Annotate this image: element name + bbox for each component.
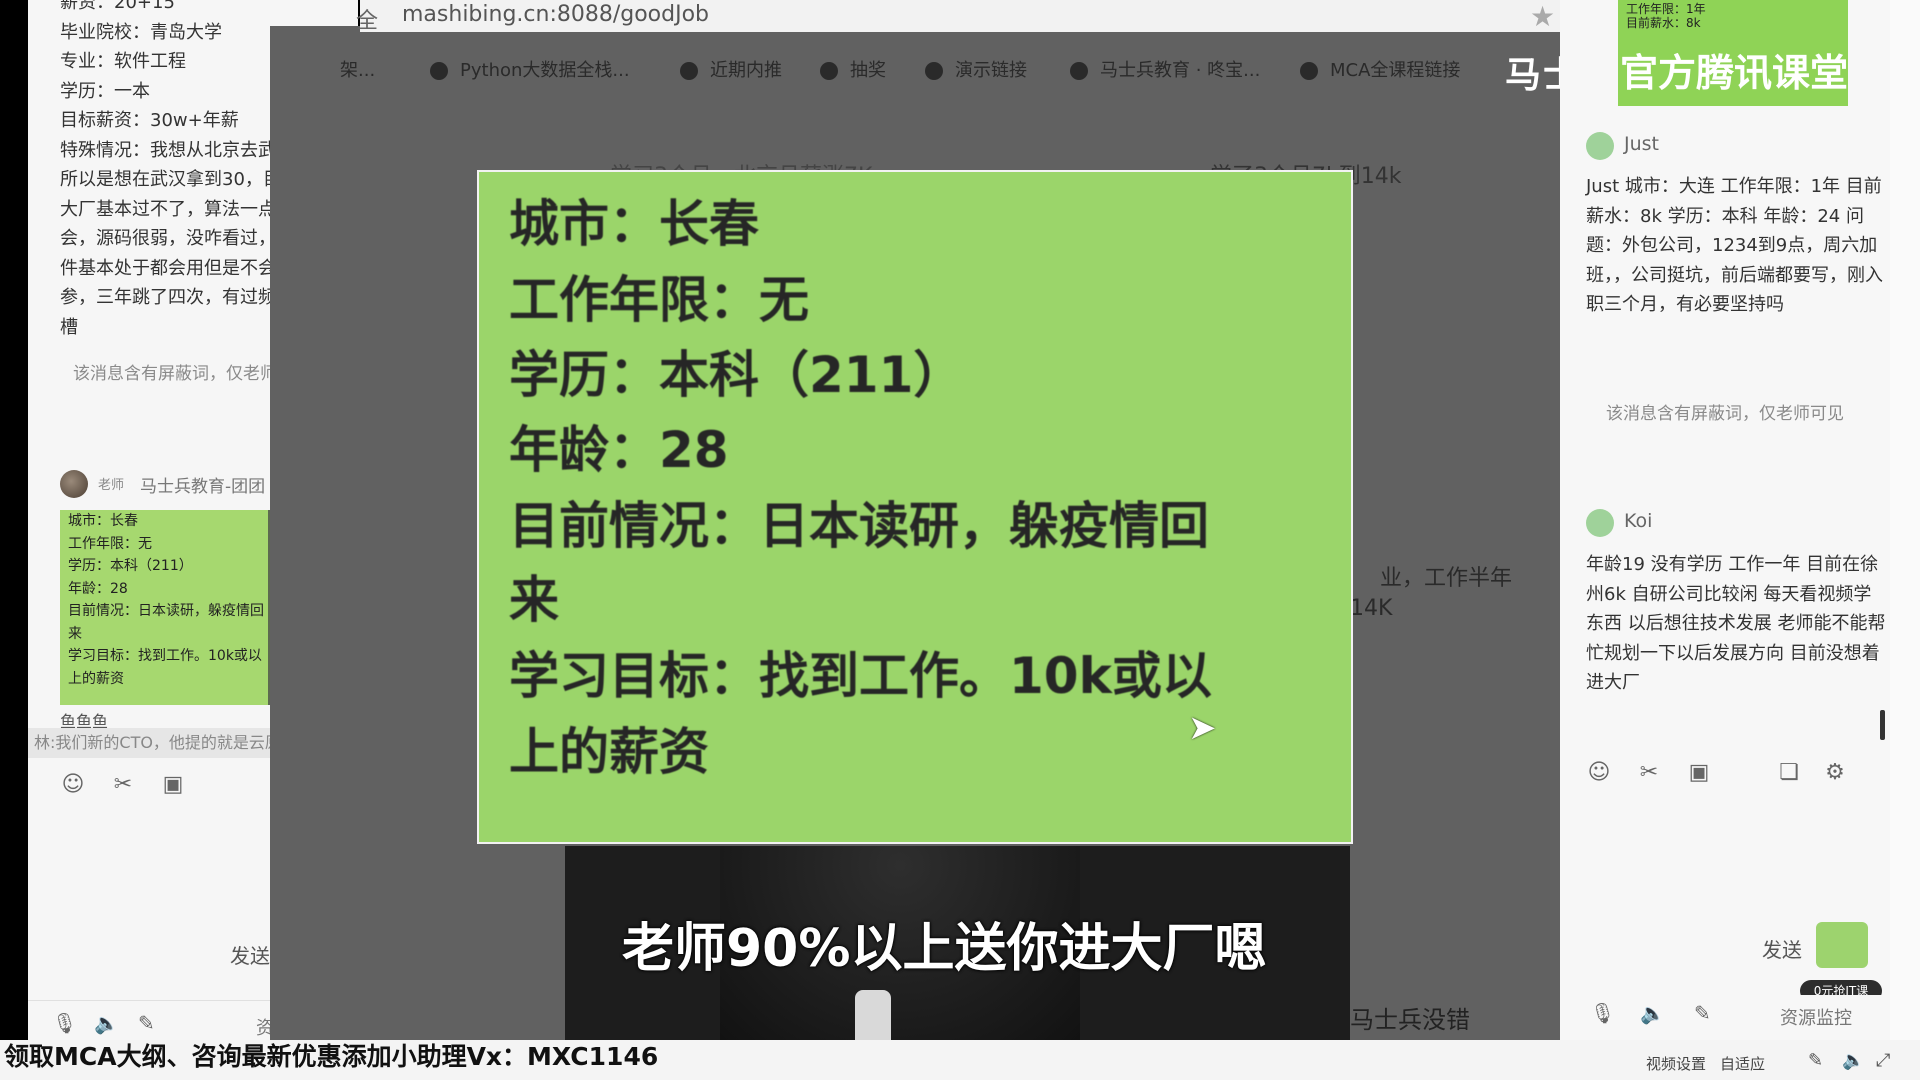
bookmark-label: MCA全课程链接 — [1330, 60, 1461, 81]
adaptive-button[interactable]: 自适应 — [1720, 1053, 1765, 1074]
blocked-message-notice: 该消息含有屏蔽词，仅老师可见 — [1606, 404, 1844, 424]
card-city: 城市：长春 — [509, 195, 759, 253]
chat-message: 年龄19 没有学历 工作一年 目前在徐州6k 自研公司比较闲 每天看视频学东西 … — [1586, 554, 1886, 693]
video-settings-button[interactable]: 视频设置 — [1646, 1053, 1706, 1074]
mouse-cursor-icon: ➤ — [1188, 708, 1217, 748]
card-age: 年龄：28 — [509, 421, 729, 479]
pen-icon[interactable]: ✎ — [138, 1011, 155, 1035]
chat-toolbar: ☺ ✂ ▣ ❏ ⚙ — [1586, 760, 1846, 792]
speaker-icon[interactable]: 🔈 — [1640, 1001, 1665, 1025]
settings-icon[interactable]: ⚙ — [1822, 760, 1848, 786]
bookmark-item[interactable]: 近期内推 — [680, 56, 782, 82]
fullscreen-icon[interactable]: ⤢ — [1876, 1050, 1890, 1071]
avatar[interactable] — [60, 470, 88, 498]
card-work-years: 工作年限：无 — [509, 271, 809, 329]
url-prefix: 全 — [356, 9, 379, 34]
resource-monitor-label[interactable]: 资源监控 — [1780, 1004, 1852, 1030]
background-page-text: 14K — [1350, 596, 1393, 621]
send-button[interactable]: 发送 — [230, 940, 270, 969]
speaker-icon[interactable]: 🔈 — [94, 1011, 119, 1035]
sticker-image[interactable] — [1816, 922, 1868, 968]
speaker-icon[interactable]: 🔈 — [1842, 1050, 1864, 1071]
bookmark-item[interactable]: 抽奖 — [820, 56, 886, 82]
card-goal: 学习目标：找到工作。10k或以 — [509, 647, 1212, 705]
chat-scrollbar[interactable] — [1880, 710, 1885, 740]
bookmark-item[interactable]: 架... — [340, 56, 375, 82]
pen-icon[interactable]: ✎ — [1808, 1050, 1823, 1071]
background-page-text: 马士兵没错 — [1350, 1006, 1470, 1034]
bookmark-label: 抽奖 — [850, 60, 886, 81]
bookmark-label: 近期内推 — [710, 60, 782, 81]
sender-name: Just — [1624, 133, 1659, 155]
bookmark-icon — [820, 62, 838, 80]
bookmark-item[interactable]: 马士兵教育 · 咚宝... — [1070, 56, 1260, 82]
bookmark-label: 马士兵教育 · 咚宝... — [1100, 60, 1261, 81]
card-goal-cont: 上的薪资 — [509, 723, 709, 781]
thumb-line: 目前薪水：8k — [1626, 16, 1701, 30]
background-page-text: 业，工作半年 — [1380, 566, 1513, 591]
emoji-icon[interactable]: ☺ — [60, 772, 86, 798]
profile-salary: 薪资：20+15 — [60, 0, 175, 13]
star-icon[interactable]: ★ — [1530, 0, 1555, 33]
quote-icon[interactable]: ❏ — [1776, 760, 1802, 786]
bookmark-label: Python大数据全栈... — [460, 60, 630, 81]
chat-message: Just 城市：大连 工作年限：1年 目前薪水：8k 学历：本科 年龄：24 问… — [1586, 176, 1883, 315]
avatar[interactable] — [1586, 132, 1614, 160]
bookmark-item[interactable]: 演示链接 — [925, 56, 1027, 82]
bottle-object — [855, 990, 891, 1040]
sender-name: Koi — [1624, 510, 1653, 532]
bookmark-item[interactable]: Python大数据全栈... — [430, 56, 630, 82]
student-info-card: 城市：长春 工作年限：无 学历：本科（211） 年龄：28 目前情况：日本读研，… — [479, 172, 1351, 842]
bookmark-icon — [925, 62, 943, 80]
card-education: 学历：本科（211） — [509, 346, 964, 404]
microphone-icon[interactable]: 🎙 — [1590, 1001, 1615, 1025]
far-right-strip — [1890, 0, 1920, 1040]
url-text[interactable]: mashibing.cn:8088/goodJob — [402, 2, 709, 27]
image-icon[interactable]: ▣ — [160, 772, 186, 798]
card-situation-cont: 来 — [509, 571, 559, 629]
send-button[interactable]: 发送 — [1762, 934, 1802, 963]
scissors-icon[interactable]: ✂ — [1636, 760, 1662, 786]
sender-role-badge: 老师 — [98, 478, 125, 493]
image-icon[interactable]: ▣ — [1686, 760, 1712, 786]
pen-icon[interactable]: ✎ — [1694, 1001, 1711, 1025]
bookmark-icon — [1300, 62, 1318, 80]
sender-name: 马士兵教育-团团 — [140, 477, 266, 497]
tencent-classroom-watermark: 官方腾讯课堂 — [1620, 51, 1849, 95]
bookmark-icon — [1070, 62, 1088, 80]
promo-text: 领取MCA大纲、咨询最新优惠添加小助理Vx：MXC1146 — [4, 1042, 659, 1071]
bookmark-item[interactable]: MCA全课程链接 — [1300, 56, 1460, 82]
bookmark-label: 演示链接 — [955, 60, 1027, 81]
avatar[interactable] — [1586, 509, 1614, 537]
microphone-icon[interactable]: 🎙 — [52, 1011, 77, 1035]
bookmarks-bar: 架... Python大数据全栈... 近期内推 抽奖 演示链接 马士兵教育 ·… — [340, 56, 1490, 86]
card-situation: 目前情况：日本读研，躲疫情回 — [509, 497, 1209, 555]
scissors-icon[interactable]: ✂ — [110, 772, 136, 798]
video-subtitle: 老师90%以上送你进大厂嗯 — [622, 919, 1267, 979]
emoji-icon[interactable]: ☺ — [1586, 760, 1612, 786]
bookmark-icon — [680, 62, 698, 80]
bookmark-icon — [430, 62, 448, 80]
